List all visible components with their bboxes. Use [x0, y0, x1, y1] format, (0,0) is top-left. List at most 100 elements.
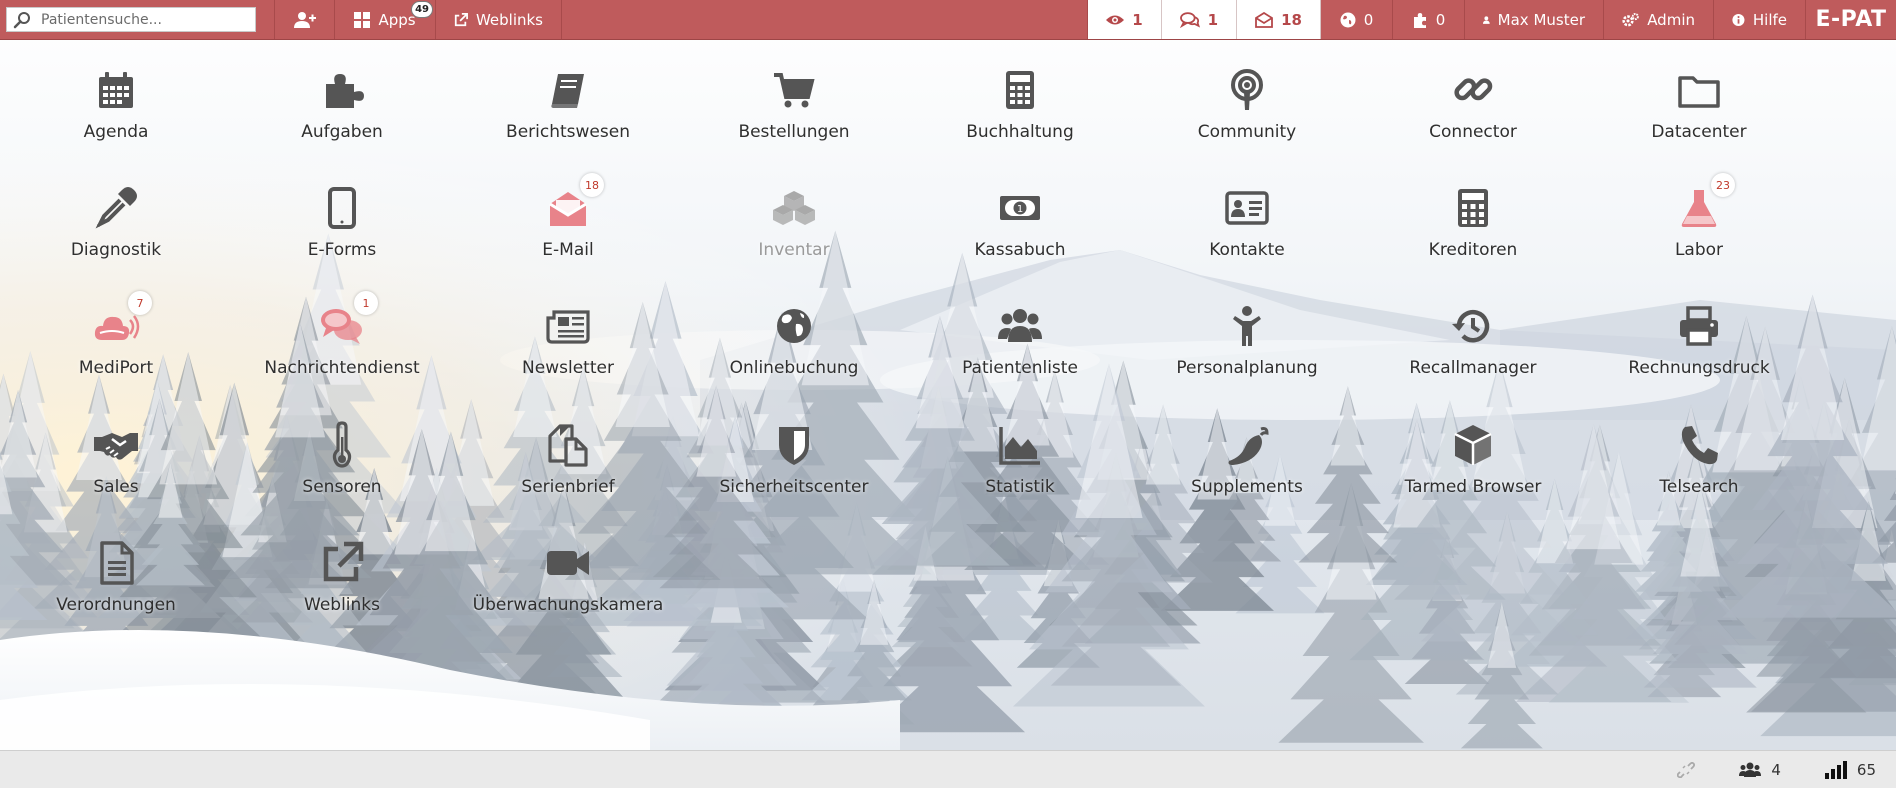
app-label: Connector [1429, 122, 1517, 142]
address-card-icon [1223, 184, 1271, 232]
app-label: Kassabuch [974, 240, 1066, 260]
patient-search-input[interactable] [41, 11, 241, 28]
app-label: Sensoren [302, 477, 382, 497]
app-tile-agenda[interactable]: Agenda [6, 66, 226, 166]
app-tile-kassabuch[interactable]: 1 Kassabuch [910, 184, 1130, 284]
unlink-icon [1677, 761, 1696, 778]
copy-icon [544, 421, 592, 469]
weblinks-button[interactable]: Weblinks [436, 0, 562, 39]
add-patient-button[interactable] [275, 0, 335, 39]
puzzle-icon [1413, 12, 1426, 28]
admin-label: Admin [1647, 10, 1695, 29]
app-tile-serienbrief[interactable]: Serienbrief [458, 421, 678, 521]
eye-icon [1106, 15, 1125, 24]
app-tile-community[interactable]: Community [1137, 66, 1357, 166]
link-icon [1449, 66, 1497, 114]
globe-button[interactable]: 0 [1321, 0, 1393, 39]
chat-count: 1 [1207, 10, 1218, 29]
app-tile-datacenter[interactable]: Datacenter [1589, 66, 1809, 166]
app-tile-supplements[interactable]: Supplements [1137, 421, 1357, 521]
app-tile-kontakte[interactable]: Kontakte [1137, 184, 1357, 284]
app-label: Labor [1674, 240, 1724, 260]
app-tile-personalplanung[interactable]: Personalplanung [1137, 302, 1357, 402]
app-label: Weblinks [304, 595, 380, 615]
app-tile-bestellungen[interactable]: Bestellungen [684, 66, 904, 166]
admin-button[interactable]: Admin [1604, 0, 1714, 39]
app-tile-tarmed-browser[interactable]: Tarmed Browser [1363, 421, 1583, 521]
app-tile-labor[interactable]: 23 Labor [1589, 173, 1809, 284]
app-tile-connector[interactable]: Connector [1363, 66, 1583, 166]
top-navigation-bar: Apps 49 Weblinks 1 1 18 [0, 0, 1896, 40]
app-tile-buchhaltung[interactable]: Buchhaltung [910, 66, 1130, 166]
globe-icon [770, 302, 818, 350]
app-label: Berichtswesen [506, 122, 630, 142]
app-tile-newsletter[interactable]: Newsletter [458, 302, 678, 402]
app-label: Kreditoren [1428, 240, 1518, 260]
views-count: 1 [1132, 10, 1143, 29]
app-tile-überwachungskamera[interactable]: Überwachungskamera [458, 539, 678, 639]
app-tile-kreditoren[interactable]: Kreditoren [1363, 184, 1583, 284]
app-label: Verordnungen [56, 595, 176, 615]
connection-status[interactable] [1677, 761, 1696, 778]
app-tile-e-forms[interactable]: E-Forms [232, 184, 452, 284]
area-chart-icon [996, 421, 1044, 469]
app-tile-sales[interactable]: Sales [6, 421, 226, 521]
signal-strength[interactable]: 65 [1824, 760, 1876, 779]
calendar-icon [92, 66, 140, 114]
apps-button[interactable]: Apps 49 [335, 0, 436, 39]
app-label: Sicherheitscenter [719, 477, 869, 497]
app-tile-sicherheitscenter[interactable]: Sicherheitscenter [684, 421, 904, 521]
book-icon [544, 66, 592, 114]
app-label: Aufgaben [301, 122, 383, 142]
pepper-icon [1223, 421, 1271, 469]
app-label: Patientenliste [962, 358, 1078, 378]
plugins-button[interactable]: 0 [1393, 0, 1465, 39]
app-label: Diagnostik [70, 240, 162, 260]
app-tile-weblinks[interactable]: Weblinks [232, 539, 452, 639]
mail-button[interactable]: 18 [1237, 0, 1321, 39]
app-tile-recallmanager[interactable]: Recallmanager [1363, 302, 1583, 402]
weblinks-label: Weblinks [475, 10, 543, 29]
app-tile-telsearch[interactable]: Telsearch [1589, 421, 1809, 521]
app-tile-rechnungsdruck[interactable]: Rechnungsdruck [1589, 302, 1809, 402]
app-label: Onlinebuchung [729, 358, 859, 378]
app-tile-e-mail[interactable]: 18 E-Mail [458, 173, 678, 284]
app-tile-berichtswesen[interactable]: Berichtswesen [458, 66, 678, 166]
app-tile-nachrichtendienst[interactable]: 1 Nachrichtendienst [232, 291, 452, 402]
app-tile-diagnostik[interactable]: Diagnostik [6, 184, 226, 284]
app-tile-patientenliste[interactable]: Patientenliste [910, 302, 1130, 402]
external-link-icon [318, 539, 366, 587]
app-label: Tarmed Browser [1404, 477, 1542, 497]
user-menu-button[interactable]: Max Muster [1465, 0, 1604, 39]
user-icon [1483, 15, 1490, 24]
users-icon [1739, 762, 1762, 777]
app-tile-mediport[interactable]: 7 MediPort [6, 291, 226, 402]
calculator-grid-icon [1449, 184, 1497, 232]
cloud-signal-icon: 7 [92, 291, 152, 350]
app-label: Agenda [83, 122, 149, 142]
chat-button[interactable]: 1 [1162, 0, 1237, 39]
online-users[interactable]: 4 [1739, 761, 1781, 779]
patient-search-box[interactable] [6, 7, 256, 32]
envelope-open-icon [1255, 11, 1273, 28]
apps-count-badge: 49 [411, 1, 433, 18]
podcast-icon [1223, 66, 1271, 114]
app-label: Buchhaltung [966, 122, 1074, 142]
cube-icon [1449, 421, 1497, 469]
app-label: Inventar [758, 240, 830, 260]
app-notification-badge: 23 [1711, 173, 1735, 197]
app-tile-statistik[interactable]: Statistik [910, 421, 1130, 521]
views-button[interactable]: 1 [1087, 0, 1162, 39]
grid-icon [354, 11, 371, 28]
search-icon [13, 11, 30, 28]
child-icon [1223, 302, 1271, 350]
handshake-icon [92, 421, 140, 469]
app-tile-onlinebuchung[interactable]: Onlinebuchung [684, 302, 904, 402]
app-tile-aufgaben[interactable]: Aufgaben [232, 66, 452, 166]
app-label: Bestellungen [738, 122, 850, 142]
print-icon [1675, 302, 1723, 350]
app-tile-verordnungen[interactable]: Verordnungen [6, 539, 226, 639]
app-tile-sensoren[interactable]: Sensoren [232, 421, 452, 521]
online-users-count: 4 [1771, 760, 1781, 779]
help-button[interactable]: Hilfe [1714, 0, 1806, 39]
